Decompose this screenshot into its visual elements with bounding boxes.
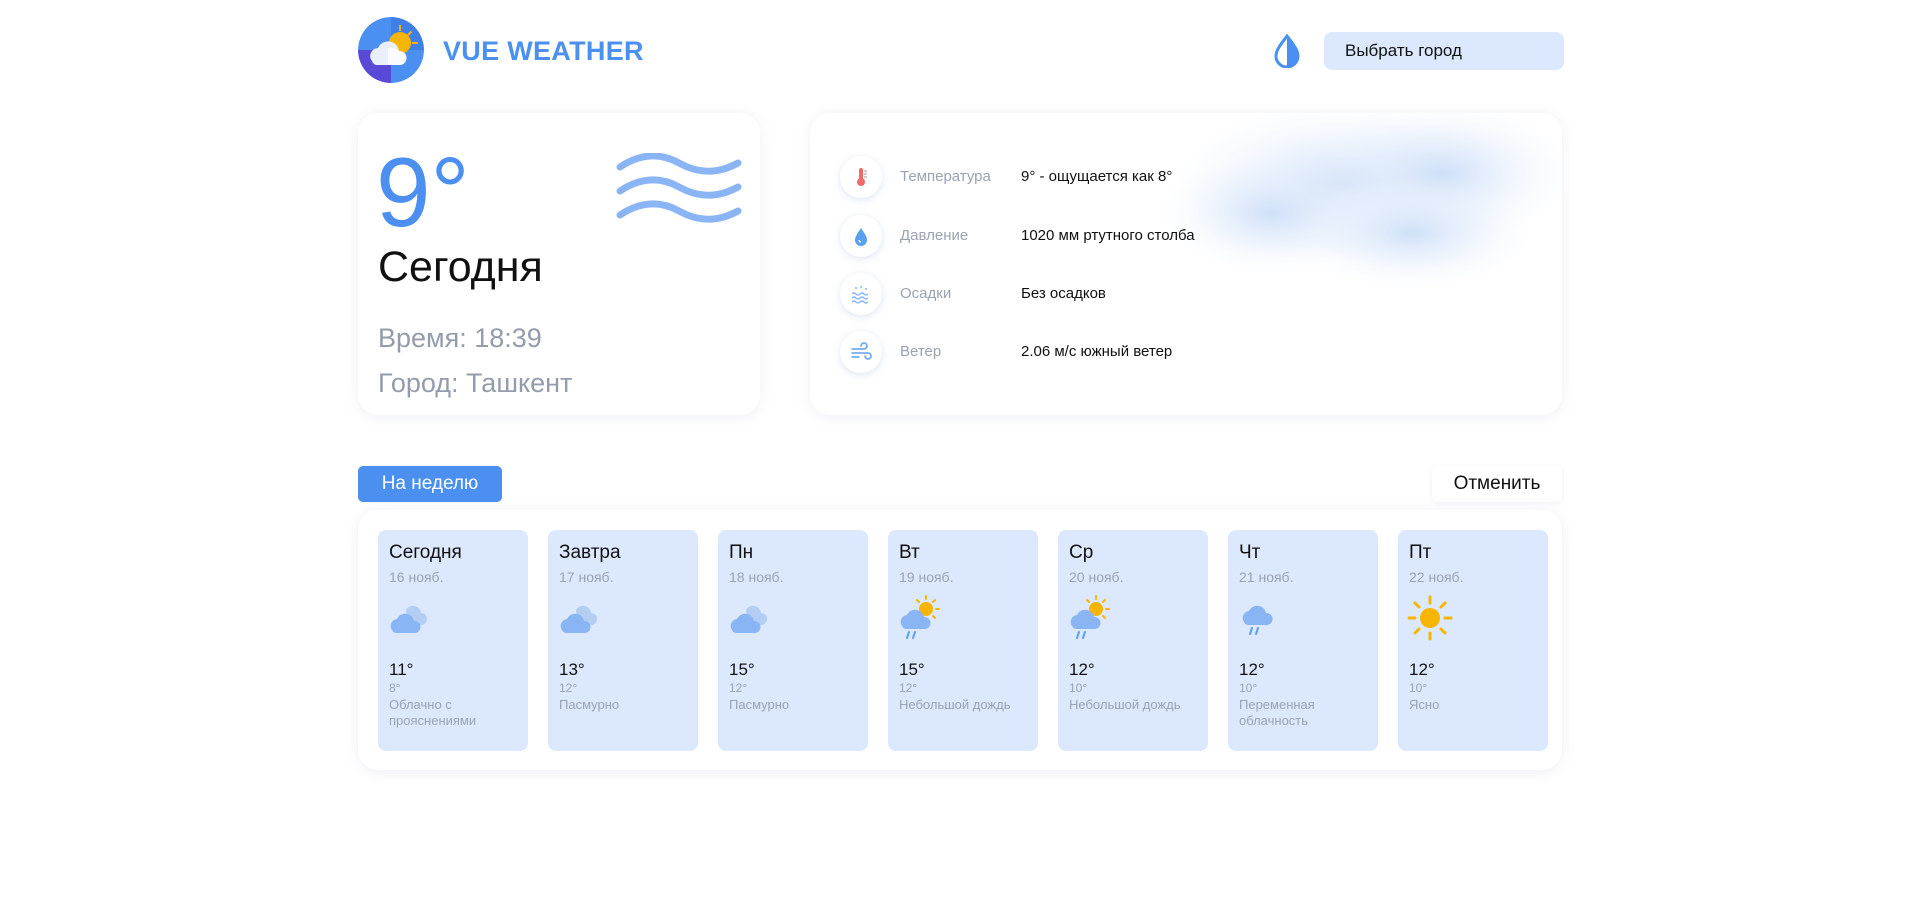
sun-rain-icon [900, 595, 940, 639]
logo [358, 17, 424, 83]
day-description: Ясно [1409, 697, 1440, 712]
day-name: Ср [1069, 542, 1094, 563]
forecast-day-card[interactable]: Ср 20 нояб. 12° 10° Небольшой дождь [1058, 530, 1208, 751]
day-date: 16 нояб. [389, 569, 444, 585]
detail-value: 9° - ощущается как 8° [1021, 168, 1173, 185]
day-max-temp: 12° [1239, 660, 1265, 679]
cloudy-icon [560, 605, 597, 633]
forecast-day-card[interactable]: Пт 22 нояб. 12° 10° Ясно [1398, 530, 1548, 751]
cloudy-icon [730, 605, 767, 633]
day-min-temp: 10° [1409, 681, 1428, 695]
detail-label: Осадки [900, 285, 952, 302]
day-description: Пасмурно [559, 697, 620, 712]
detail-label: Давление [900, 227, 969, 244]
detail-row-pressure: Давление 1020 мм ртутного столба [840, 215, 1540, 257]
day-description: Небольшой дождь [899, 697, 1011, 712]
day-date: 18 нояб. [729, 569, 784, 585]
detail-label: Ветер [900, 343, 942, 360]
day-description: Облачно с прояснениями [389, 697, 477, 728]
wind-waves-icon [616, 153, 742, 223]
day-date: 20 нояб. [1069, 569, 1124, 585]
drop-icon [1274, 33, 1300, 69]
detail-value: Без осадков [1021, 285, 1106, 302]
day-name: Чт [1239, 542, 1261, 563]
app-container: VUE WEATHER Выбрать город 9° Сегодня Вре… [358, 0, 1564, 902]
detail-row-wind: Ветер 2.06 м/с южный ветер [840, 331, 1540, 373]
day-name: Сегодня [389, 542, 462, 563]
header: VUE WEATHER Выбрать город [358, 17, 1564, 85]
day-name: Пн [729, 542, 754, 563]
day-max-temp: 11° [389, 660, 414, 679]
day-description: Пасмурно [729, 697, 790, 712]
day-min-temp: 8° [389, 681, 401, 695]
day-min-temp: 12° [899, 681, 918, 695]
forecast-panel: Сегодня 16 нояб. 11° 8° Облачно с проясн… [358, 510, 1562, 770]
day-date: 17 нояб. [559, 569, 614, 585]
select-city-button[interactable]: Выбрать город [1324, 32, 1564, 70]
forecast-day-card[interactable]: Завтра 17 нояб. 13° 12° Пасмурно [548, 530, 698, 751]
week-forecast-button[interactable]: На неделю [358, 466, 502, 502]
cloudy-icon [390, 605, 427, 633]
rain-cloud-icon [1242, 605, 1273, 635]
day-min-temp: 10° [1239, 681, 1258, 695]
day-description: Небольшой дождь [1069, 697, 1181, 712]
detail-label: Температура [900, 168, 991, 185]
forecast-day-card[interactable]: Сегодня 16 нояб. 11° 8° Облачно с проясн… [378, 530, 528, 751]
day-min-temp: 12° [729, 681, 748, 695]
day-min-temp: 10° [1069, 681, 1088, 695]
sun-rain-icon [1070, 595, 1110, 639]
day-date: 19 нояб. [899, 569, 954, 585]
day-date: 21 нояб. [1239, 569, 1294, 585]
today-label: Сегодня [378, 243, 543, 291]
day-date: 22 нояб. [1409, 569, 1464, 585]
forecast-day-card[interactable]: Чт 21 нояб. 12° 10° Переменная облачност… [1228, 530, 1378, 751]
day-name: Вт [899, 542, 920, 563]
thermometer-icon [840, 156, 882, 198]
brand-title: VUE WEATHER [443, 36, 644, 66]
day-max-temp: 12° [1069, 660, 1095, 679]
wind-icon [840, 331, 882, 373]
forecast-day-card[interactable]: Пн 18 нояб. 15° 12° Пасмурно [718, 530, 868, 751]
detail-row-temperature: Температура 9° - ощущается как 8° [840, 156, 1540, 198]
detail-value: 1020 мм ртутного столба [1021, 227, 1195, 244]
day-name: Пт [1409, 542, 1432, 563]
current-time: Время: 18:39 [378, 323, 542, 353]
day-description: Переменная облачность [1239, 697, 1315, 728]
today-card: 9° Сегодня Время: 18:39 Город: Ташкент [358, 113, 760, 415]
current-city: Город: Ташкент [378, 368, 573, 398]
cancel-button[interactable]: Отменить [1432, 466, 1562, 502]
sun-icon [1407, 595, 1453, 641]
precipitation-icon [840, 273, 882, 315]
forecast-day-card[interactable]: Вт 19 нояб. 15° 12° Небольшой дождь [888, 530, 1038, 751]
day-max-temp: 15° [729, 660, 755, 679]
day-max-temp: 15° [899, 660, 925, 679]
theme-toggle-button[interactable] [1272, 33, 1302, 69]
detail-value: 2.06 м/с южный ветер [1021, 343, 1173, 360]
detail-row-precipitation: Осадки Без осадков [840, 273, 1540, 315]
day-min-temp: 12° [559, 681, 578, 695]
day-name: Завтра [559, 542, 621, 563]
drop-icon [840, 215, 882, 257]
current-temperature: 9° [376, 137, 470, 247]
day-max-temp: 13° [559, 660, 585, 679]
logo-icon [358, 17, 424, 83]
details-card: Температура 9° - ощущается как 8° Давлен… [810, 113, 1562, 415]
day-max-temp: 12° [1409, 660, 1435, 679]
